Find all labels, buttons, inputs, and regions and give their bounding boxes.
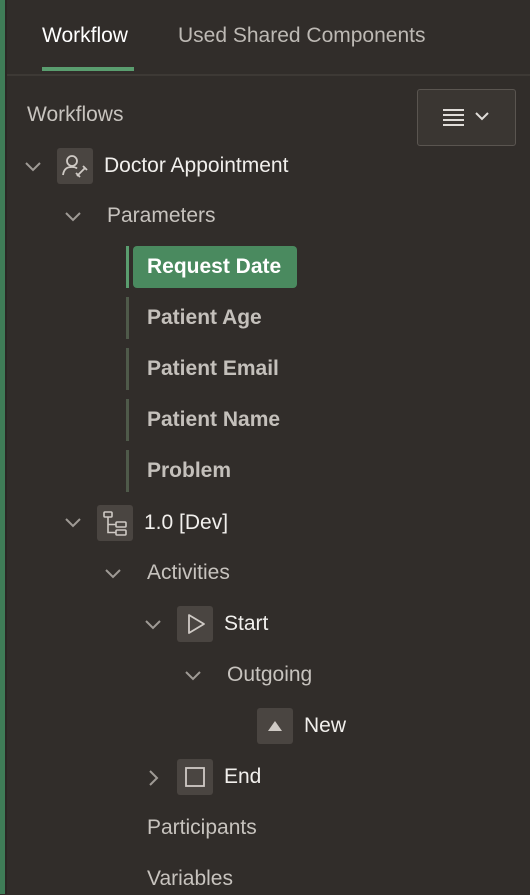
- parameter-label: Problem: [147, 459, 232, 482]
- left-edge-accent: [0, 0, 7, 894]
- tree-node-parameters[interactable]: Parameters: [107, 200, 216, 232]
- tree-node-version[interactable]: 1.0 [Dev]: [144, 507, 228, 539]
- workflow-user-icon: [57, 148, 93, 184]
- square-icon: [177, 759, 213, 795]
- parameter-item-request-date[interactable]: Request Date: [126, 246, 366, 288]
- chevron-down-icon[interactable]: [142, 614, 164, 636]
- parameter-label: Patient Age: [147, 306, 262, 329]
- chevron-down-icon[interactable]: [102, 563, 124, 585]
- version-tree-icon: [97, 505, 133, 541]
- tree-node-new[interactable]: New: [304, 710, 346, 742]
- parameter-label: Patient Name: [147, 408, 281, 431]
- tree-menu-button[interactable]: [417, 89, 516, 146]
- chevron-right-icon[interactable]: [142, 767, 164, 789]
- chevron-down-icon[interactable]: [182, 665, 204, 687]
- tree-node-root[interactable]: Doctor Appointment: [104, 150, 288, 182]
- tab-bar: Workflow Used Shared Components: [7, 0, 530, 76]
- tree-node-participants[interactable]: Participants: [147, 812, 257, 844]
- parameter-item-patient-name[interactable]: Patient Name: [126, 399, 366, 441]
- tree-node-activities[interactable]: Activities: [147, 557, 230, 589]
- parameter-label: Patient Email: [147, 357, 279, 380]
- active-tab-indicator: [42, 67, 134, 71]
- tab-used-shared-components[interactable]: Used Shared Components: [178, 24, 425, 48]
- tree-node-variables[interactable]: Variables: [147, 863, 233, 895]
- tab-workflow[interactable]: Workflow: [42, 24, 128, 48]
- tree-guide-line: [126, 297, 129, 339]
- triangle-up-icon: [257, 708, 293, 744]
- parameter-item-problem[interactable]: Problem: [126, 450, 366, 492]
- section-label-workflows: Workflows: [27, 103, 124, 126]
- tree-guide-line: [126, 348, 129, 390]
- chevron-down-icon[interactable]: [22, 156, 44, 178]
- parameter-item-patient-email[interactable]: Patient Email: [126, 348, 366, 390]
- tree-guide-line: [126, 246, 129, 288]
- chevron-down-icon[interactable]: [62, 512, 84, 534]
- tree-node-outgoing[interactable]: Outgoing: [227, 659, 312, 691]
- parameter-label: Request Date: [147, 255, 282, 278]
- tree-node-end[interactable]: End: [224, 761, 261, 793]
- chevron-down-icon[interactable]: [62, 206, 84, 228]
- tree-guide-line: [126, 399, 129, 441]
- parameter-item-patient-age[interactable]: Patient Age: [126, 297, 366, 339]
- play-icon: [177, 606, 213, 642]
- tree-guide-line: [126, 450, 129, 492]
- tree-node-start[interactable]: Start: [224, 608, 268, 640]
- hamburger-chevron-icon: [443, 109, 489, 126]
